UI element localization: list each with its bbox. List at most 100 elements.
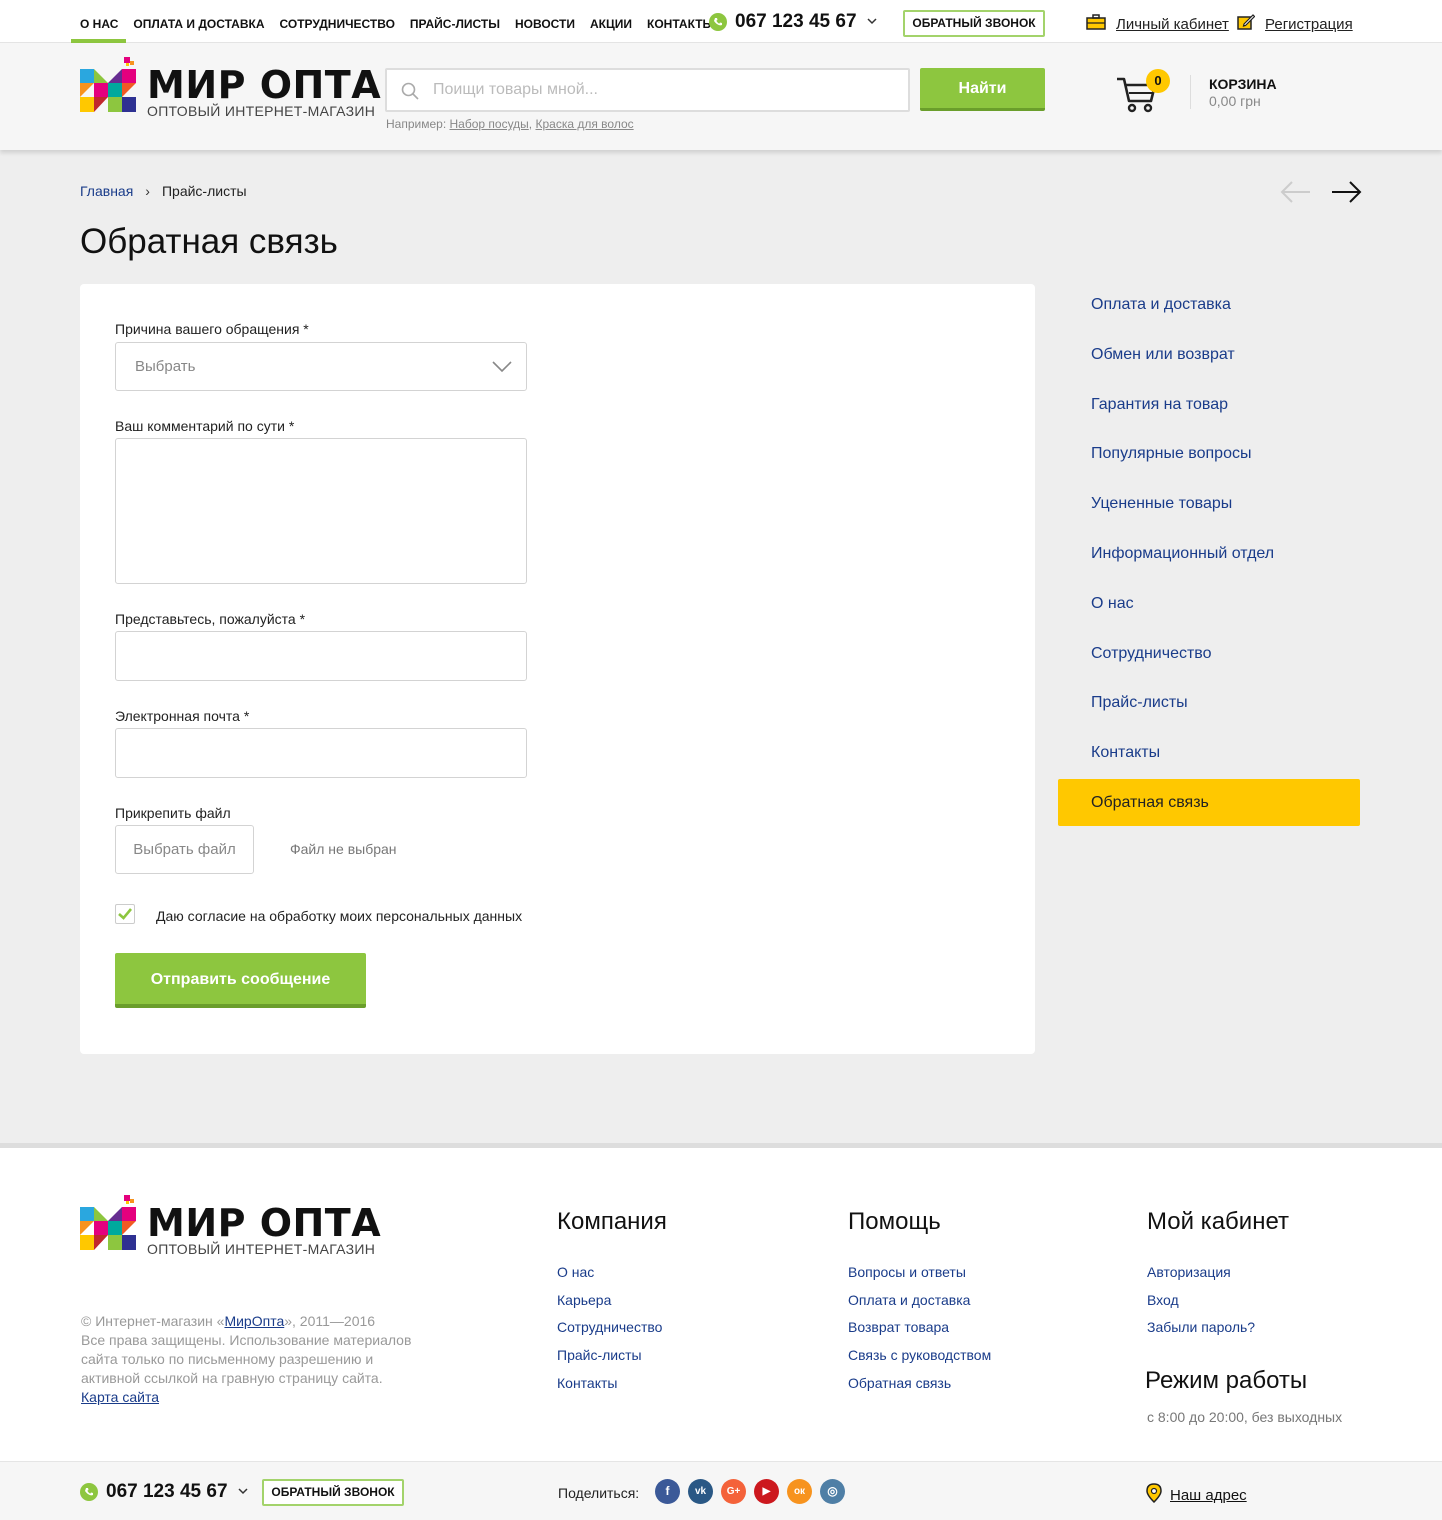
footer-link-cooperation[interactable]: Сотрудничество	[557, 1313, 667, 1341]
facebook-icon[interactable]: f	[655, 1479, 680, 1504]
arrow-left-icon[interactable]	[1280, 178, 1312, 206]
footer-link-feedback[interactable]: Обратная связь	[848, 1369, 991, 1397]
side-item-exchange[interactable]: Обмен или возврат	[1058, 330, 1360, 380]
footer-link-forgot-password[interactable]: Забыли пароль?	[1147, 1313, 1289, 1341]
logo-title: МИР ОПТА	[147, 63, 382, 107]
search-input[interactable]	[433, 70, 893, 110]
top-bar: О нас Оплата и доставка Сотрудничество П…	[0, 0, 1442, 43]
footer-copyright: © Интернет-магазин «МирОпта», 2011—2016 …	[81, 1312, 426, 1407]
top-navigation: О нас Оплата и доставка Сотрудничество П…	[70, 0, 714, 43]
side-item-info[interactable]: Информационный отдел	[1058, 529, 1360, 579]
footer-link-contacts[interactable]: Контакты	[557, 1369, 667, 1397]
email-label: Электронная почта *	[115, 708, 250, 724]
bottom-bar: 067 123 45 67 ОБРАТНЫЙ ЗВОНОК Поделиться…	[0, 1461, 1442, 1520]
sitemap-link[interactable]: Карта сайта	[81, 1389, 159, 1405]
reason-select[interactable]: Выбрать	[115, 342, 527, 391]
hint-prefix: Например:	[386, 117, 447, 131]
youtube-icon[interactable]: ▶	[754, 1479, 779, 1504]
footer-link-returns[interactable]: Возврат товара	[848, 1313, 991, 1341]
copy-rights: Все права защищены. Использование матери…	[81, 1332, 412, 1386]
side-item-faq[interactable]: Популярные вопросы	[1058, 429, 1360, 479]
cart-widget[interactable]: 0 КОРЗИНА 0,00 грн	[1115, 65, 1442, 125]
reason-select-value: Выбрать	[135, 358, 196, 375]
side-item-feedback[interactable]: Обратная связь	[1058, 778, 1360, 826]
consent-checkbox[interactable]	[115, 904, 135, 924]
google-plus-icon[interactable]: G+	[721, 1479, 746, 1504]
footer-col-cabinet: Мой кабинет Авторизация Вход Забыли паро…	[1147, 1208, 1289, 1341]
footer-logo-title: МИР ОПТА	[147, 1201, 382, 1245]
register-link[interactable]: Регистрация	[1265, 16, 1353, 33]
vk-icon[interactable]: vk	[688, 1479, 713, 1504]
side-item-warranty[interactable]: Гарантия на товар	[1058, 380, 1360, 430]
side-item-pricelists[interactable]: Прайс-листы	[1058, 678, 1360, 728]
search-icon	[401, 82, 419, 105]
footer-col-title: Мой кабинет	[1147, 1208, 1290, 1235]
checkmark-icon	[118, 908, 132, 920]
topnav-item-cooperation[interactable]: Сотрудничество	[280, 0, 395, 43]
footer-logo-subtitle: ОПТОВЫЙ ИНТЕРНЕТ-МАГАЗИН	[147, 1241, 376, 1257]
footer-logo[interactable]: МИР ОПТА ОПТОВЫЙ ИНТЕРНЕТ-МАГАЗИН	[80, 1195, 381, 1257]
search-button[interactable]: Найти	[920, 68, 1045, 111]
cart-count-badge: 0	[1146, 69, 1170, 93]
reason-label: Причина вашего обращения *	[115, 321, 309, 337]
comment-label: Ваш комментарий по сути *	[115, 418, 295, 434]
phone-number: 067 123 45 67	[735, 11, 857, 32]
chevron-down-icon	[492, 361, 512, 373]
site-logo[interactable]: МИР ОПТА ОПТОВЫЙ ИНТЕРНЕТ-МАГАЗИН	[80, 57, 381, 119]
footer-link-career[interactable]: Карьера	[557, 1286, 667, 1314]
site-header: МИР ОПТА ОПТОВЫЙ ИНТЕРНЕТ-МАГАЗИН Найти …	[0, 43, 1442, 150]
footer-link-faq[interactable]: Вопросы и ответы	[848, 1258, 991, 1286]
side-item-cooperation[interactable]: Сотрудничество	[1058, 629, 1360, 679]
footer-phone[interactable]: 067 123 45 67	[80, 1481, 248, 1503]
side-item-about[interactable]: О нас	[1058, 579, 1360, 629]
name-label: Представьтесь, пожалуйста *	[115, 611, 306, 627]
comment-textarea[interactable]	[115, 438, 527, 584]
submit-button[interactable]: Отправить сообщение	[115, 953, 366, 1008]
account-link[interactable]: Личный кабинет	[1116, 16, 1229, 33]
footer-link-payment[interactable]: Оплата и доставка	[848, 1286, 991, 1314]
topnav-item-news[interactable]: Новости	[515, 0, 575, 43]
breadcrumb-home[interactable]: Главная	[80, 183, 133, 199]
footer-link-management[interactable]: Связь с руководством	[848, 1341, 991, 1369]
hint-link-hair-dye[interactable]: Краска для волос	[535, 117, 633, 131]
address-link[interactable]: Наш адрес	[1170, 1487, 1247, 1504]
footer-link-about[interactable]: О нас	[557, 1258, 667, 1286]
odnoklassniki-icon[interactable]: ок	[787, 1479, 812, 1504]
topnav-item-about[interactable]: О нас	[70, 0, 127, 43]
hint-link-dishes[interactable]: Набор посуды	[450, 117, 529, 131]
copy-suffix: », 2011—2016	[284, 1313, 376, 1329]
name-field[interactable]	[115, 631, 527, 681]
side-item-payment[interactable]: Оплата и доставка	[1058, 280, 1360, 330]
cart-label: КОРЗИНА	[1209, 76, 1277, 92]
consent-label: Даю согласие на обработку моих персональ…	[156, 908, 523, 924]
chevron-down-icon	[237, 1486, 248, 1498]
footer-link-pricelists[interactable]: Прайс-листы	[557, 1341, 667, 1369]
account-link-group: Личный кабинет	[1086, 14, 1229, 34]
header-phone[interactable]: 067 123 45 67	[709, 11, 877, 33]
copy-brand-link[interactable]: МирОпта	[224, 1313, 284, 1329]
footer-link-authorization[interactable]: Авторизация	[1147, 1258, 1289, 1286]
callback-button[interactable]: ОБРАТНЫЙ ЗВОНОК	[903, 10, 1045, 37]
copy-prefix: © Интернет-магазин «	[81, 1313, 225, 1329]
topnav-item-pricelists[interactable]: Прайс-листы	[410, 0, 500, 43]
hint-comma: ,	[528, 117, 533, 131]
footer-link-login[interactable]: Вход	[1147, 1286, 1289, 1314]
address-link-group: Наш адрес	[1146, 1483, 1247, 1507]
side-item-contacts[interactable]: Контакты	[1058, 728, 1360, 778]
site-footer: МИР ОПТА ОПТОВЫЙ ИНТЕРНЕТ-МАГАЗИН © Инте…	[0, 1143, 1442, 1461]
footer-callback-button[interactable]: ОБРАТНЫЙ ЗВОНОК	[262, 1479, 404, 1506]
location-pin-icon	[1146, 1483, 1162, 1507]
side-item-discounted[interactable]: Уцененные товары	[1058, 479, 1360, 529]
instagram-icon[interactable]: ◎	[820, 1479, 845, 1504]
arrow-right-icon[interactable]	[1330, 178, 1362, 206]
topnav-item-promos[interactable]: Акции	[590, 0, 632, 43]
email-field[interactable]	[115, 728, 527, 778]
topnav-item-payment[interactable]: Оплата и доставка	[133, 0, 264, 43]
breadcrumb: Главная › Прайс-листы	[80, 183, 247, 199]
footer-col-company: Компания О нас Карьера Сотрудничество Пр…	[557, 1208, 667, 1396]
breadcrumb-separator: ›	[145, 183, 150, 199]
register-link-group: Регистрация	[1237, 14, 1353, 34]
topnav-item-contacts[interactable]: Контакты	[647, 0, 714, 43]
choose-file-button[interactable]: Выбрать файл	[115, 825, 254, 874]
search-hint: Например: Набор посуды, Краска для волос	[386, 117, 634, 131]
